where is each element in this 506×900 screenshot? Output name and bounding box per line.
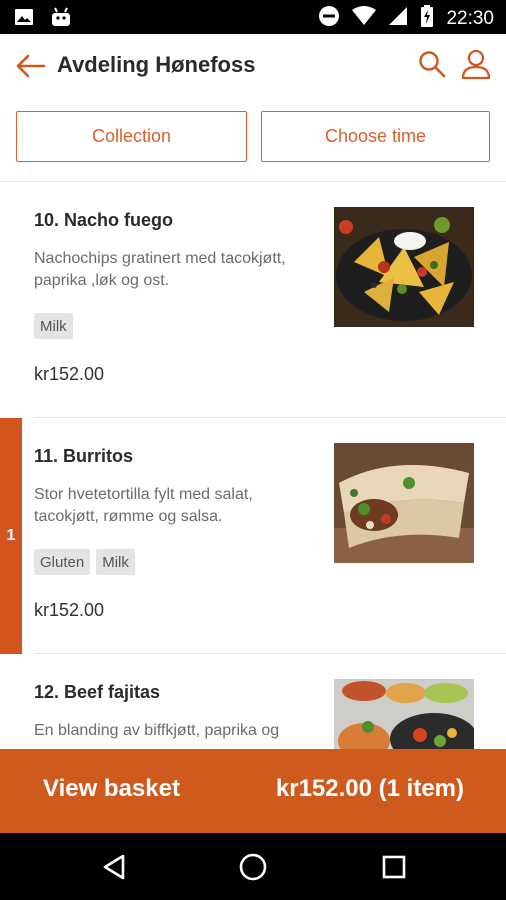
do-not-disturb-icon (318, 5, 340, 32)
allergen-tags: Milk (34, 313, 73, 339)
item-description: Stor hvetetortilla fylt med salat, tacok… (34, 486, 253, 525)
clock: 22:30 (446, 7, 494, 29)
android-icon (50, 7, 72, 32)
nachos-photo (334, 207, 474, 327)
item-price: kr152.00 (34, 600, 105, 620)
back-triangle-icon[interactable] (96, 849, 132, 885)
search-icon[interactable] (416, 48, 448, 80)
basket-total: kr152.00 (1 item) (275, 775, 464, 802)
back-arrow-icon[interactable] (14, 50, 48, 82)
burritos-photo (334, 443, 474, 563)
item-name: 10. Nacho fuego (34, 210, 174, 230)
view-basket-label: View basket (43, 775, 180, 802)
menu-item-burritos[interactable]: 1 11. Burritos Stor hvetetortilla fylt m… (0, 418, 506, 654)
quantity-indicator: 1 (0, 418, 22, 654)
fajitas-photo (334, 679, 474, 749)
app-bar: Avdeling Hønefoss (0, 34, 506, 98)
menu-item-beef-fajitas[interactable]: 12. Beef fajitas En blanding av biffkjøt… (0, 654, 506, 749)
menu-list[interactable]: 10. Nacho fuego Nachochips gratinert med… (0, 182, 506, 749)
status-bar: 22:30 (0, 0, 506, 34)
allergen-tags: Gluten Milk (34, 549, 135, 575)
collection-button[interactable]: Collection (16, 111, 247, 162)
user-icon[interactable] (458, 46, 494, 82)
view-basket-bar[interactable]: View basket kr152.00 (1 item) (0, 749, 506, 833)
home-circle-icon[interactable] (235, 849, 271, 885)
allergen-tag: Gluten (34, 549, 91, 575)
battery-charging-icon (420, 5, 434, 32)
menu-item-nacho-fuego[interactable]: 10. Nacho fuego Nachochips gratinert med… (0, 182, 506, 418)
wifi-icon (352, 6, 377, 31)
item-name: 12. Beef fajitas (34, 682, 161, 702)
allergen-tag: Milk (96, 549, 135, 575)
order-options: Collection Choose time (0, 98, 506, 182)
item-description: Nachochips gratinert med tacokjøtt, papr… (34, 250, 286, 289)
system-nav-bar (0, 833, 506, 900)
page-title: Avdeling Hønefoss (57, 52, 256, 77)
item-price: kr152.00 (34, 364, 105, 384)
choose-time-button[interactable]: Choose time (261, 111, 490, 162)
signal-icon (388, 6, 408, 31)
recents-square-icon[interactable] (376, 849, 412, 885)
item-description: En blanding av biffkjøtt, paprika og (34, 722, 280, 739)
allergen-tag: Milk (34, 313, 73, 339)
item-name: 11. Burritos (34, 446, 134, 466)
image-icon (14, 7, 34, 32)
